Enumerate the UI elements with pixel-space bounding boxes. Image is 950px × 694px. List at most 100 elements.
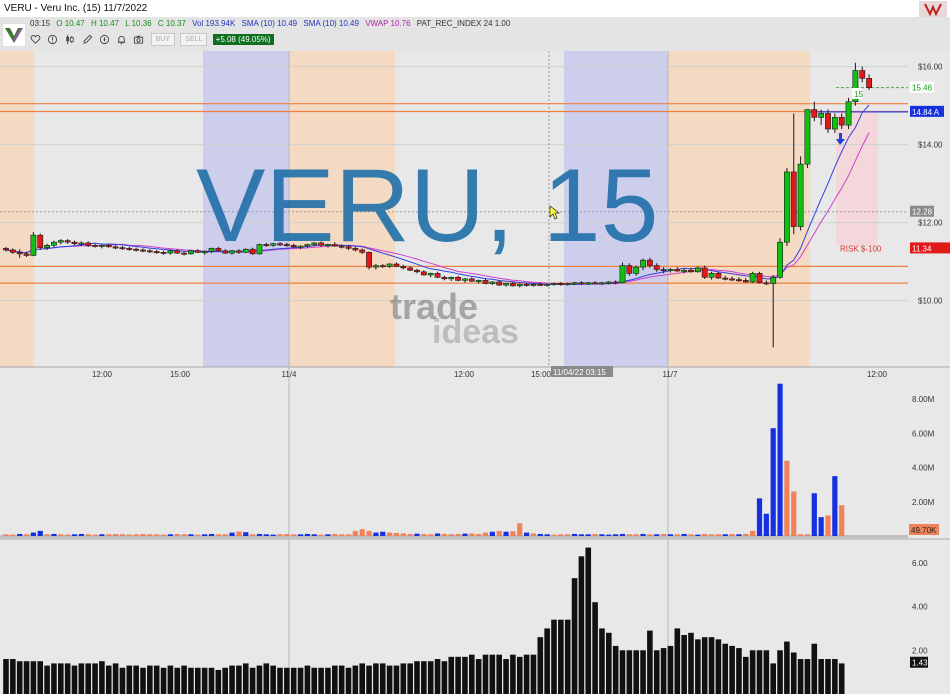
risk-zone [836,111,878,246]
volume-bar [250,534,256,536]
heart-icon[interactable] [30,34,41,45]
candle-body [708,273,715,278]
volume-bar [832,476,838,536]
indicator-bar [578,556,585,694]
volume-bar [544,534,550,536]
crosshair-price-label: 12.28 [912,208,933,217]
pencil-icon[interactable] [82,34,93,45]
buy-button[interactable]: BUY [150,33,176,46]
candle-body [537,283,544,286]
bell-icon[interactable] [116,34,127,45]
window-title: VERU - Veru Inc. (15) 11/7/2022 [4,3,148,14]
volume-tick-label: 4.00M [912,464,935,473]
avg-price-label: 15 [854,90,863,99]
volume-bar [763,513,769,536]
indicator-bar [379,663,386,694]
indicator-bar [695,639,701,694]
indicator-bar [181,665,187,694]
volume-bar [825,515,831,536]
volume-bar [181,534,187,536]
compass-icon[interactable] [99,34,110,45]
volume-bar [147,534,153,536]
time-tick-label: 11/7 [663,370,679,379]
volume-bar [345,534,352,536]
indicator-bar [147,665,153,694]
candle-body [503,283,509,286]
candle-body [496,281,503,286]
volume-bar [729,533,735,536]
candle-body [304,244,311,247]
volume-bar [674,534,680,536]
indicator-bar [653,650,660,694]
candle-body [831,117,838,130]
volume-bar [359,529,365,536]
candle-body [167,250,174,254]
indicator-bar [222,667,228,694]
indicator-bar [475,659,482,694]
volume-bar [798,534,804,536]
indicator-bar [421,661,427,694]
alert-icon[interactable] [47,34,58,45]
indicator-bar [743,656,749,694]
indicator-bar [215,669,222,694]
candle-body [489,281,496,284]
brand-watermark-ideas: ideas [432,313,519,351]
indicator-bar [51,663,57,694]
indicator-bar [318,667,324,694]
candle-body [277,243,283,246]
indicator-bar [311,667,318,694]
indicator-bar [386,665,393,694]
price-tick-label: $12.00 [918,219,943,228]
indicator-bar [126,665,133,694]
indicator-bar [797,659,804,694]
chart-area[interactable]: VERU, 15 trade ideas $16.00$14.00$12.00$… [0,51,950,694]
volume-bar [270,534,276,536]
risk-price-label: 11.34 [912,244,932,253]
candle-body [578,282,585,285]
quote-low: L 10.36 [125,19,152,28]
indicator-bar [523,654,530,694]
candle-body [605,281,612,284]
vwap-price-label: 14.84 A [912,108,940,117]
camera-icon[interactable] [133,34,144,45]
volume-bar [537,533,543,536]
candle-body [462,278,468,281]
candle-body [838,117,845,126]
indicator-bar [749,650,756,694]
candle-body [23,253,30,256]
indicator-bar [564,619,571,694]
sell-button[interactable]: SELL [180,33,208,46]
candle-body [763,282,770,285]
volume-bar [51,533,57,536]
volume-bar [681,533,687,536]
volume-bar [236,531,242,536]
indicator-bar [195,667,201,694]
candle-body [701,267,708,278]
candle-body [427,273,434,276]
candle-body [345,246,352,249]
candle-body [845,101,852,126]
indicator-bar [112,663,119,694]
quote-vwap: VWAP 10.76 [365,19,411,28]
volume-bar [469,533,475,536]
volume-bar [462,533,468,536]
candlestick-icon[interactable] [64,34,75,45]
volume-bar [571,533,578,536]
candle-body [249,248,256,255]
candle-body [653,265,660,270]
volume-bar [626,534,632,536]
volume-bar [99,534,105,536]
candle-body [592,282,598,285]
volume-bar [256,533,263,536]
candle-body [215,248,222,252]
volume-bar [304,533,310,536]
indicator-bar [503,659,509,694]
candle-body [667,269,674,271]
volume-bar [818,517,824,536]
candle-body [571,282,578,285]
indicator-bar [489,654,496,694]
volume-bar [414,533,420,536]
candle-body [270,243,277,246]
volume-bar [496,530,502,536]
app-logo-icon [919,1,947,17]
